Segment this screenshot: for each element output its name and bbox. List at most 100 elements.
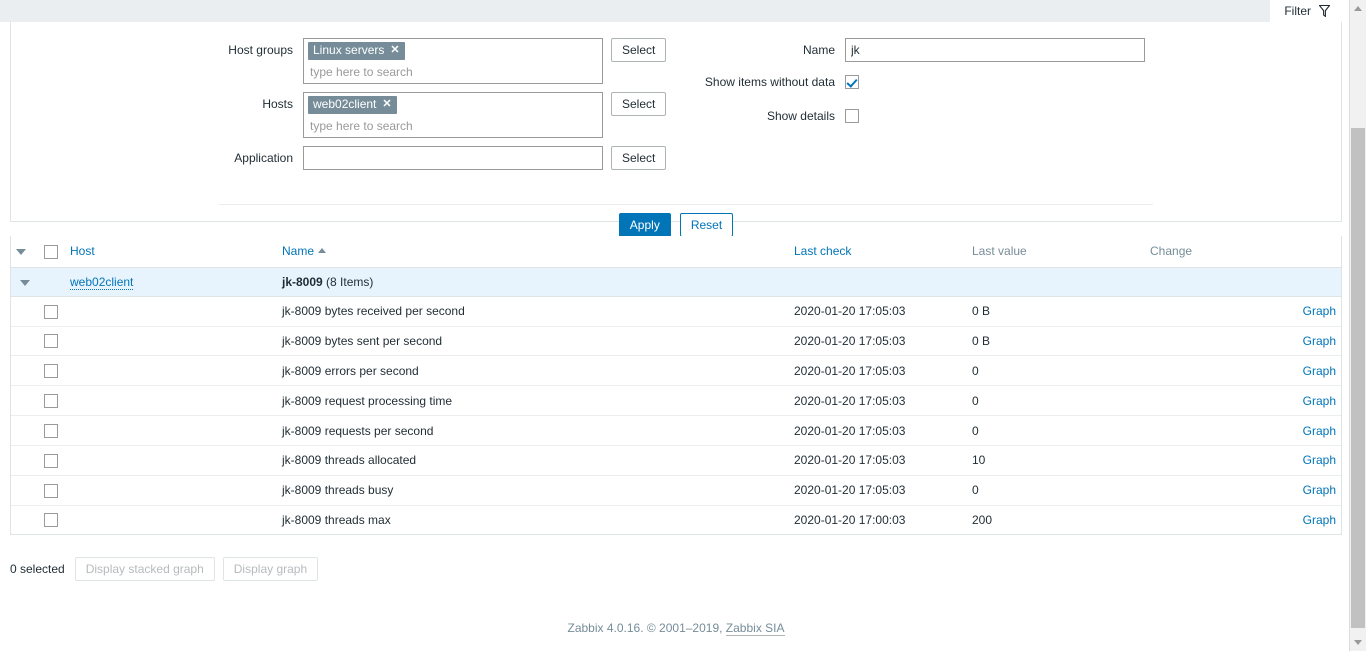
zabbix-sia-link[interactable]: Zabbix SIA xyxy=(725,621,785,636)
filter-tab-label: Filter xyxy=(1284,4,1311,18)
row-host-cell xyxy=(65,505,277,534)
filter-tab[interactable]: Filter xyxy=(1270,0,1342,22)
row-actions-cell: Graph xyxy=(1287,385,1341,417)
copyright: Zabbix 4.0.16. © 2001–2019, Zabbix SIA xyxy=(0,621,1352,636)
graph-link[interactable]: Graph xyxy=(1303,364,1336,378)
hosts-multiselect[interactable]: web02client ✕ type here to search xyxy=(303,92,603,138)
scroll-down-button[interactable] xyxy=(1350,634,1366,651)
apply-button[interactable]: Apply xyxy=(618,213,671,237)
display-stacked-graph-button[interactable]: Display stacked graph xyxy=(74,557,215,581)
row-last-check: 2020-01-20 17:05:03 xyxy=(789,326,967,357)
name-input[interactable] xyxy=(845,38,1145,62)
group-host-cell: web02client xyxy=(65,267,277,297)
row-spacer-cell xyxy=(11,505,39,534)
graph-link[interactable]: Graph xyxy=(1303,513,1336,527)
row-item-name: jk-8009 request processing time xyxy=(277,385,789,417)
scroll-up-button[interactable] xyxy=(1350,0,1366,17)
group-count: (8 Items) xyxy=(326,274,374,289)
group-name: jk-8009 xyxy=(282,274,323,289)
chevron-down-icon[interactable] xyxy=(20,279,30,286)
sort-ascending-icon xyxy=(318,248,327,254)
row-last-check: 2020-01-20 17:05:03 xyxy=(789,355,967,387)
row-checkbox-cell xyxy=(39,296,65,327)
row-checkbox[interactable] xyxy=(44,423,58,438)
row-checkbox-cell xyxy=(39,475,65,506)
show-details-checkbox[interactable] xyxy=(845,109,859,123)
application-select-button[interactable]: Select xyxy=(611,146,667,170)
row-checkbox-cell xyxy=(39,445,65,476)
row-checkbox[interactable] xyxy=(44,364,58,379)
chip-remove-icon[interactable]: ✕ xyxy=(390,45,399,56)
hosts-select-button[interactable]: Select xyxy=(611,92,667,116)
row-item-name: jk-8009 threads max xyxy=(282,513,391,528)
row-checkbox[interactable] xyxy=(44,513,58,528)
table-row: jk-8009 threads allocated 2020-01-20 17:0… xyxy=(11,445,1341,476)
header-name-link[interactable]: Name xyxy=(282,244,314,258)
row-spacer-cell xyxy=(11,326,39,357)
scrollbar-thumb[interactable] xyxy=(1351,128,1365,628)
host-groups-search-input[interactable]: type here to search xyxy=(308,62,598,81)
hosts-chip[interactable]: web02client ✕ xyxy=(308,96,397,114)
display-graph-button[interactable]: Display graph xyxy=(222,557,319,581)
group-spacer-cell xyxy=(39,267,65,297)
host-groups-label: Host groups xyxy=(228,43,293,57)
hosts-search-input[interactable]: type here to search xyxy=(308,116,598,135)
hosts-chip-label: web02client xyxy=(313,97,377,111)
row-change xyxy=(1145,415,1287,446)
row-actions-cell: Graph xyxy=(1287,445,1341,476)
row-checkbox[interactable] xyxy=(44,394,58,409)
header-host-link[interactable]: Host xyxy=(70,244,95,258)
chevron-down-icon[interactable] xyxy=(16,249,26,256)
table-row: jk-8009 bytes sent per second 2020-01-20 … xyxy=(11,326,1341,357)
graph-link[interactable]: Graph xyxy=(1303,334,1336,348)
graph-link[interactable]: Graph xyxy=(1303,424,1336,438)
row-checkbox[interactable] xyxy=(44,304,58,319)
row-checkbox-cell xyxy=(39,505,65,534)
items-table-body: web02client jk-8009 (8 Items) jk-8009 by… xyxy=(11,267,1341,534)
graph-link[interactable]: Graph xyxy=(1303,483,1336,497)
row-last-value: 0 xyxy=(967,475,1145,506)
row-change xyxy=(1145,505,1287,534)
chip-remove-icon[interactable]: ✕ xyxy=(382,99,391,110)
table-header-row: Host Name Last check Last value Change xyxy=(11,236,1341,268)
host-groups-select-button[interactable]: Select xyxy=(611,38,667,62)
row-host-cell xyxy=(65,296,277,327)
header-change: Change xyxy=(1145,236,1287,268)
vertical-scrollbar[interactable] xyxy=(1349,0,1366,651)
row-host-cell xyxy=(65,475,277,506)
row-item-name: jk-8009 errors per second xyxy=(277,355,789,387)
table-row: jk-8009 request processing time 2020-01-2… xyxy=(11,385,1341,417)
row-item-name: jk-8009 requests per second xyxy=(277,415,789,446)
show-items-without-data-checkbox[interactable] xyxy=(845,75,859,89)
host-groups-multiselect[interactable]: Linux servers ✕ type here to search xyxy=(303,38,603,84)
row-checkbox[interactable] xyxy=(44,334,58,349)
row-last-check: 2020-01-20 17:05:03 xyxy=(789,385,967,417)
row-spacer-cell xyxy=(11,355,39,387)
row-actions-cell: Graph xyxy=(1287,326,1341,357)
header-last-check-link[interactable]: Last check xyxy=(794,244,851,258)
row-host-cell xyxy=(65,355,277,387)
row-last-value: 0 xyxy=(967,385,1145,417)
filter-field-application: Application Select xyxy=(11,146,667,170)
graph-link[interactable]: Graph xyxy=(1303,304,1336,318)
row-last-value: 0 B xyxy=(967,296,1145,327)
reset-button[interactable]: Reset xyxy=(679,213,734,237)
filter-field-host-groups: Host groups Linux servers ✕ type here to… xyxy=(11,38,667,84)
row-last-check: 2020-01-20 17:05:03 xyxy=(789,296,967,327)
filter-field-name: Name xyxy=(685,38,1145,62)
row-host-cell xyxy=(65,415,277,446)
row-checkbox[interactable] xyxy=(44,453,58,468)
group-collapse-cell xyxy=(11,267,39,297)
table-row: jk-8009 threads max 2020-01-20 17:00:03 20… xyxy=(11,505,1341,534)
select-all-checkbox[interactable] xyxy=(44,244,58,259)
host-groups-chip[interactable]: Linux servers ✕ xyxy=(308,42,405,60)
filter-field-show-details: Show details xyxy=(685,108,859,124)
row-actions-cell: Graph xyxy=(1287,505,1341,534)
graph-link[interactable]: Graph xyxy=(1303,453,1336,467)
application-input[interactable] xyxy=(303,146,603,170)
row-checkbox[interactable] xyxy=(44,483,58,498)
host-link-web02client[interactable]: web02client xyxy=(70,274,134,290)
row-checkbox-cell xyxy=(39,415,65,446)
select-all-cell xyxy=(39,236,65,268)
graph-link[interactable]: Graph xyxy=(1303,394,1336,408)
